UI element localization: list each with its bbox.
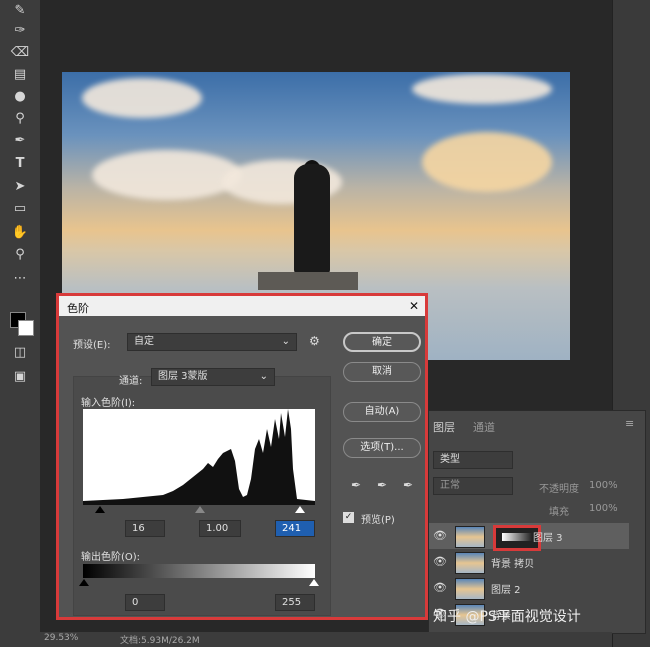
layer-filter-dropdown[interactable]: 类型: [433, 451, 513, 469]
input-gamma-field[interactable]: 1.00: [199, 520, 241, 537]
output-gradient: [83, 564, 315, 578]
dialog-titlebar[interactable]: 色阶 ✕: [59, 296, 425, 316]
type-icon[interactable]: T: [10, 155, 30, 173]
eye-icon[interactable]: 👁: [433, 581, 447, 594]
opacity-label: 不透明度: [539, 484, 579, 495]
status-bar: 29.53% 文档:5.93M/26.2M: [40, 632, 612, 647]
fill-label: 填充: [549, 507, 569, 518]
blur-icon[interactable]: ●: [10, 88, 30, 106]
zoom-icon[interactable]: ⚲: [10, 246, 30, 264]
output-levels-label: 输出色阶(O):: [81, 552, 141, 563]
output-black-slider[interactable]: [79, 579, 89, 586]
output-white-field[interactable]: 255: [275, 594, 315, 611]
eye-icon[interactable]: 👁: [433, 555, 447, 568]
auto-button[interactable]: 自动(A): [343, 402, 421, 422]
healing-icon[interactable]: ✑: [10, 22, 30, 40]
gradient-icon[interactable]: ▤: [10, 66, 30, 84]
layer-name: 背景 拷贝: [491, 559, 535, 570]
options-button[interactable]: 选项(T)...: [343, 438, 421, 458]
blend-mode-dropdown[interactable]: 正常: [433, 477, 513, 495]
ok-button[interactable]: 确定: [343, 332, 421, 352]
opacity-value[interactable]: 100%: [589, 480, 618, 491]
histogram: [83, 409, 315, 505]
layer-row-layer3[interactable]: 👁 图层 3: [429, 523, 629, 551]
preview-checkbox[interactable]: ✓: [343, 512, 354, 523]
channel-dropdown[interactable]: 图层 3蒙版 ⌄: [151, 368, 275, 386]
channel-label: 通道:: [119, 376, 143, 387]
document-size: 文档:5.93M/26.2M: [120, 636, 200, 646]
rectangle-icon[interactable]: ▭: [10, 200, 30, 218]
hand-icon[interactable]: ✋: [10, 224, 30, 242]
input-levels-label: 输入色阶(I):: [81, 398, 136, 409]
preview-label: 预览(P): [361, 515, 395, 526]
tab-channels[interactable]: 通道: [473, 419, 495, 435]
person-figure: [294, 164, 330, 274]
layer-name: 图层 3: [533, 533, 563, 544]
input-gamma-slider[interactable]: [195, 506, 205, 513]
gray-eyedropper-icon[interactable]: ✒: [377, 478, 387, 492]
tools-panel: ✎ ✑ ⌫ ▤ ● ⚲ ✒ T ➤ ▭ ✋ ⚲ ⋯ ◫ ▣: [0, 0, 40, 647]
pen-icon[interactable]: ✒: [10, 132, 30, 150]
dodge-icon[interactable]: ⚲: [10, 110, 30, 128]
tab-layers[interactable]: 图层: [433, 419, 455, 435]
output-white-slider[interactable]: [309, 579, 319, 586]
eraser-icon[interactable]: ⌫: [10, 44, 30, 62]
brush-icon[interactable]: ✎: [10, 2, 30, 20]
more-icon[interactable]: ⋯: [10, 270, 30, 288]
black-eyedropper-icon[interactable]: ✒: [351, 478, 361, 492]
layer-row-layer2[interactable]: 👁 图层 2: [429, 575, 629, 601]
quick-mask-icon[interactable]: ◫: [10, 344, 30, 362]
input-black-field[interactable]: 16: [125, 520, 165, 537]
input-white-slider[interactable]: [295, 506, 305, 513]
close-icon[interactable]: ✕: [409, 299, 419, 313]
layers-panel: 图层 通道 ≡ 类型 正常 不透明度 100% 填充 100% 👁 图层 3 👁…: [428, 410, 646, 634]
white-eyedropper-icon[interactable]: ✒: [403, 478, 413, 492]
input-black-slider[interactable]: [95, 506, 105, 513]
output-black-field[interactable]: 0: [125, 594, 165, 611]
preset-label: 预设(E):: [73, 340, 111, 351]
gear-icon[interactable]: ⚙: [309, 334, 320, 348]
input-white-field[interactable]: 241: [275, 520, 315, 537]
background-color-swatch[interactable]: [18, 320, 34, 336]
eye-icon[interactable]: 👁: [433, 529, 447, 542]
layer-name: 图层 2: [491, 585, 521, 596]
dialog-title: 色阶: [67, 302, 89, 315]
layer-row-background-copy[interactable]: 👁 背景 拷贝: [429, 549, 629, 575]
panel-menu-icon[interactable]: ≡: [625, 417, 634, 430]
watermark: 知乎 @PS平面视觉设计: [433, 609, 581, 625]
zoom-level[interactable]: 29.53%: [44, 633, 78, 643]
fill-value[interactable]: 100%: [589, 503, 618, 514]
preset-dropdown[interactable]: 自定 ⌄: [127, 333, 297, 351]
cancel-button[interactable]: 取消: [343, 362, 421, 382]
screen-mode-icon[interactable]: ▣: [10, 368, 30, 386]
levels-dialog: 色阶 ✕ 预设(E): 自定 ⌄ ⚙ 通道: 图层 3蒙版 ⌄ 输入色阶(I): 1…: [56, 293, 428, 620]
path-select-icon[interactable]: ➤: [10, 178, 30, 196]
